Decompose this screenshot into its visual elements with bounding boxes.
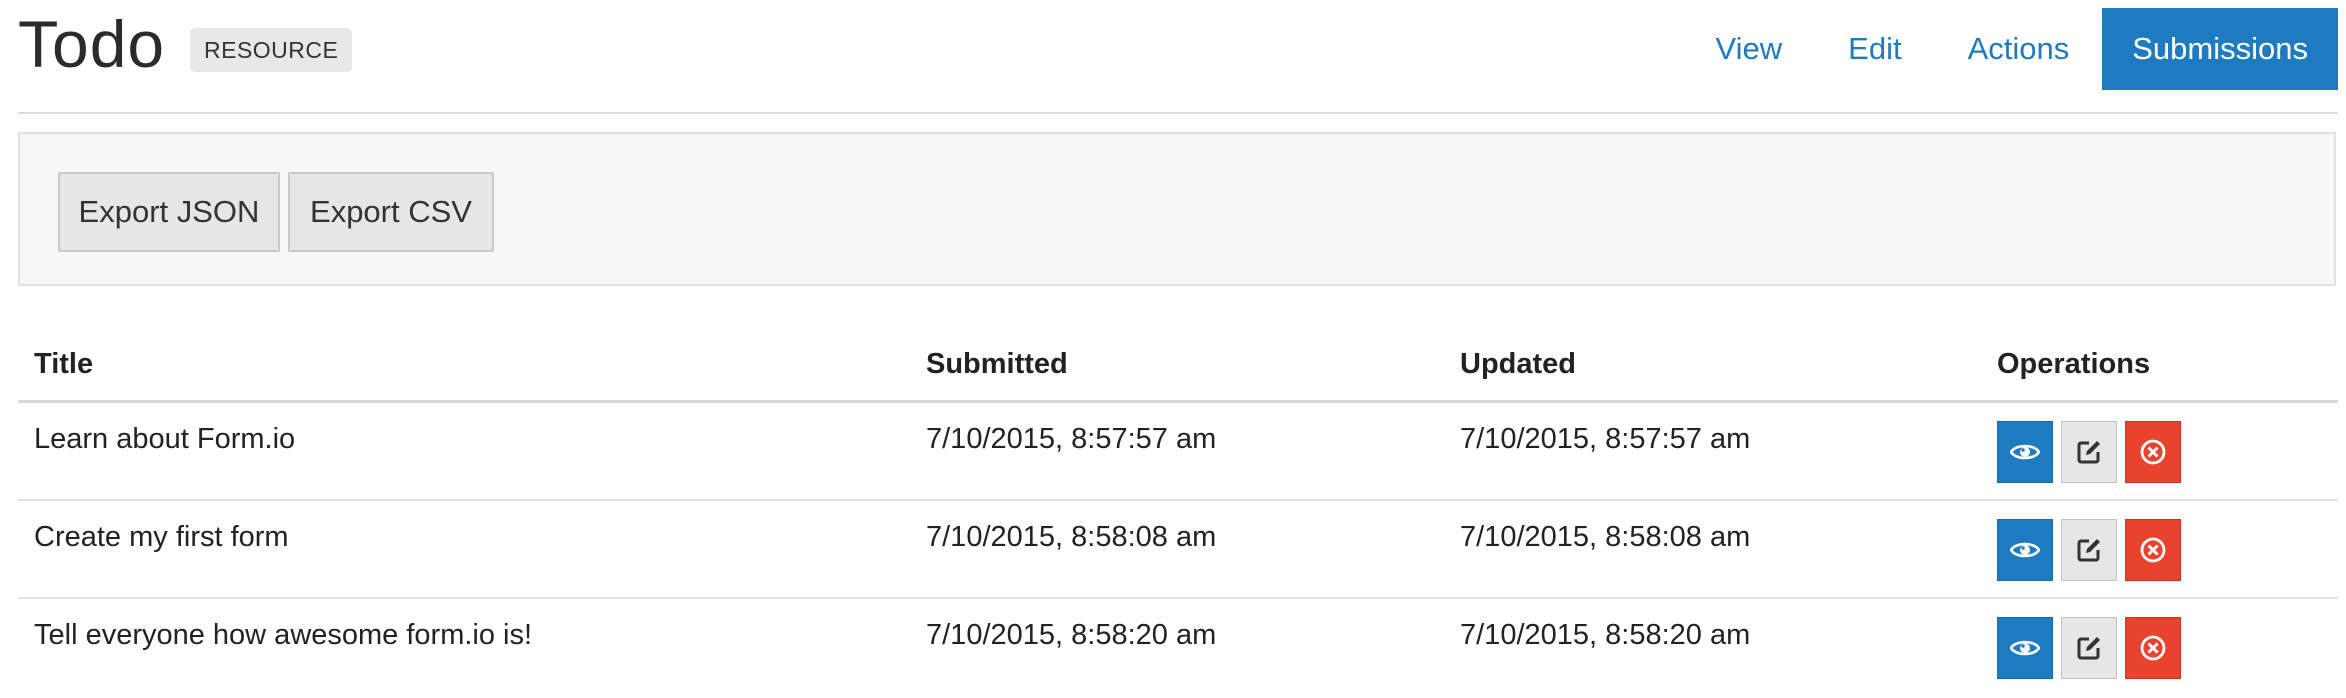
edit-button[interactable] xyxy=(2061,421,2117,483)
eye-icon xyxy=(2010,640,2040,656)
tab-view[interactable]: View xyxy=(1683,8,1816,90)
edit-icon xyxy=(2077,539,2100,562)
row-title: Tell everyone how awesome form.io is! xyxy=(34,619,533,651)
tab-edit[interactable]: Edit xyxy=(1815,8,1934,90)
remove-circle-icon xyxy=(2140,439,2166,465)
row-title: Create my first form xyxy=(34,521,289,553)
remove-circle-icon xyxy=(2140,537,2166,563)
row-operations xyxy=(1997,617,2181,679)
edit-icon xyxy=(2077,441,2100,464)
page: Todo RESOURCE View Edit Actions Submissi… xyxy=(18,0,2338,679)
row-submitted: 7/10/2015, 8:58:20 am xyxy=(926,619,1217,651)
edit-button[interactable] xyxy=(2061,519,2117,581)
row-submitted: 7/10/2015, 8:57:57 am xyxy=(926,423,1217,455)
export-panel: Export JSON Export CSV xyxy=(18,132,2336,286)
submissions-table: Title Submitted Updated Operations Learn… xyxy=(18,330,2338,695)
table-row: Tell everyone how awesome form.io is! 7/… xyxy=(18,599,2338,695)
tab-submissions[interactable]: Submissions xyxy=(2102,8,2338,90)
export-json-button[interactable]: Export JSON xyxy=(58,172,280,252)
row-updated: 7/10/2015, 8:58:08 am xyxy=(1460,521,1751,553)
edit-button[interactable] xyxy=(2061,617,2117,679)
delete-button[interactable] xyxy=(2125,617,2181,679)
row-updated: 7/10/2015, 8:57:57 am xyxy=(1460,423,1751,455)
row-title: Learn about Form.io xyxy=(34,423,296,455)
export-csv-button[interactable]: Export CSV xyxy=(288,172,494,252)
table-header: Title Submitted Updated Operations xyxy=(18,330,2338,403)
table-row: Create my first form 7/10/2015, 8:58:08 … xyxy=(18,501,2338,599)
resource-nav: View Edit Actions Submissions xyxy=(1683,8,2338,90)
eye-icon xyxy=(2010,444,2040,460)
row-operations xyxy=(1997,519,2181,581)
delete-button[interactable] xyxy=(2125,421,2181,483)
row-submitted: 7/10/2015, 8:58:08 am xyxy=(926,521,1217,553)
view-button[interactable] xyxy=(1997,421,2053,483)
eye-icon xyxy=(2010,542,2040,558)
tab-actions[interactable]: Actions xyxy=(1935,8,2103,90)
remove-circle-icon xyxy=(2140,635,2166,661)
column-header-submitted[interactable]: Submitted xyxy=(926,348,1068,381)
column-header-title[interactable]: Title xyxy=(34,348,93,381)
page-header: Todo RESOURCE View Edit Actions Submissi… xyxy=(18,0,2338,114)
view-button[interactable] xyxy=(1997,519,2053,581)
row-operations xyxy=(1997,421,2181,483)
column-header-updated[interactable]: Updated xyxy=(1460,348,1576,381)
column-header-operations: Operations xyxy=(1997,348,2151,380)
resource-badge: RESOURCE xyxy=(190,28,353,72)
edit-icon xyxy=(2077,637,2100,660)
view-button[interactable] xyxy=(1997,617,2053,679)
row-updated: 7/10/2015, 8:58:20 am xyxy=(1460,619,1751,651)
delete-button[interactable] xyxy=(2125,519,2181,581)
page-title: Todo xyxy=(18,7,166,81)
table-row: Learn about Form.io 7/10/2015, 8:57:57 a… xyxy=(18,403,2338,501)
